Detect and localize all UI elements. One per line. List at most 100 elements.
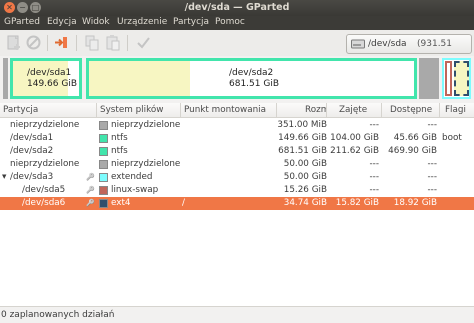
apply-icon	[137, 37, 150, 49]
cell-free: ---	[427, 120, 437, 130]
column-header-used[interactable]: Zajęte	[327, 103, 382, 118]
toolbar-separator	[127, 35, 128, 51]
table-row[interactable]: /dev/sda1 ntfs 149.66 GiB 104.00 GiB 45.66 G…	[0, 132, 474, 145]
menu-device[interactable]: Urządzenie	[117, 17, 167, 27]
column-header-flags[interactable]: Flagi	[440, 103, 474, 118]
resize-move-button[interactable]	[53, 34, 70, 51]
resize-move-icon	[55, 37, 67, 48]
filesystem-color-swatch	[99, 186, 108, 195]
cell-free: ---	[427, 172, 437, 182]
column-header-mountpoint[interactable]: Punkt montowania	[181, 103, 277, 118]
table-row[interactable]: /dev/sda2 ntfs 681.51 GiB 211.62 GiB 469.90 …	[0, 145, 474, 158]
table-row[interactable]: nieprzydzielone nieprzydzielone 351.00 MiB…	[0, 119, 474, 132]
diskmap-sda1-name: /dev/sda1	[27, 68, 72, 78]
cell-filesystem: ext4	[111, 198, 131, 208]
cell-mountpoint: /	[182, 198, 185, 208]
column-header-size[interactable]: Rozmiar	[277, 103, 327, 118]
diskmap-unallocated-2[interactable]	[419, 58, 439, 99]
toolbar-separator	[47, 35, 48, 51]
table-row[interactable]: /dev/sda6 🔑 ext4 / 34.74 GiB 15.82 GiB 18.92 G…	[0, 197, 474, 210]
filesystem-color-swatch	[99, 134, 108, 143]
mounted-key-icon: 🔑	[86, 199, 95, 207]
cell-size: 351.00 MiB	[277, 120, 327, 130]
menu-gparted[interactable]: GParted	[4, 17, 40, 27]
cell-size: 15.26 GiB	[283, 185, 327, 195]
column-header-partition[interactable]: Partycja	[0, 103, 97, 118]
column-header-free[interactable]: Dostępne	[382, 103, 440, 118]
cell-used: 15.82 GiB	[335, 198, 379, 208]
diskmap-sda2-name: /dev/sda2	[229, 68, 274, 78]
expander-arrow-icon	[2, 158, 10, 171]
device-selector[interactable]: /dev/sda (931.51 GiB)	[346, 34, 472, 67]
table-row[interactable]: ▾/dev/sda3 🔑 extended 50.00 GiB --- ---	[0, 171, 474, 184]
menu-edit[interactable]: Edycja	[47, 17, 77, 27]
disk-map: /dev/sda1 149.66 GiB /dev/sda2 681.51 Gi…	[0, 56, 474, 101]
cell-filesystem: nieprzydzielone	[111, 120, 181, 130]
partition-table: Partycja System plików Punkt montowania …	[0, 103, 474, 306]
menu-bar: GParted Edycja Widok Urządzenie Partycja…	[0, 16, 474, 30]
cell-partition: nieprzydzielone	[10, 159, 80, 169]
cell-partition: /dev/sda3	[10, 172, 54, 182]
cell-used: ---	[369, 159, 379, 169]
paste-icon	[106, 35, 120, 51]
expander-arrow-icon	[2, 145, 10, 158]
delete-partition-button[interactable]	[25, 34, 42, 51]
menu-view[interactable]: Widok	[82, 17, 110, 27]
cell-size: 34.74 GiB	[283, 198, 327, 208]
cell-size: 149.66 GiB	[278, 133, 327, 143]
diskmap-sda5[interactable]	[445, 61, 452, 96]
expander-arrow-icon	[2, 119, 10, 132]
copy-button[interactable]	[83, 34, 100, 51]
title-bar: ✕ − □ /dev/sda — GParted	[0, 0, 474, 16]
filesystem-color-swatch	[99, 199, 108, 208]
cell-free: ---	[427, 159, 437, 169]
cell-partition: /dev/sda1	[10, 133, 54, 143]
filesystem-color-swatch	[99, 147, 108, 156]
copy-icon	[85, 35, 99, 51]
menu-partition[interactable]: Partycja	[173, 17, 209, 27]
diskmap-sda2-used	[89, 61, 190, 96]
cell-used: 104.00 GiB	[330, 133, 379, 143]
status-bar: 0 zaplanowanych działań	[0, 306, 474, 323]
cell-free: 18.92 GiB	[393, 198, 437, 208]
cell-free: ---	[427, 185, 437, 195]
cell-partition: /dev/sda2	[10, 146, 54, 156]
paste-button[interactable]	[104, 34, 121, 51]
cell-size: 681.51 GiB	[278, 146, 327, 156]
apply-button[interactable]	[135, 34, 152, 51]
cell-used: ---	[369, 120, 379, 130]
cell-size: 50.00 GiB	[283, 159, 327, 169]
cell-filesystem: linux-swap	[111, 185, 159, 195]
expander-arrow-icon	[2, 184, 10, 197]
diskmap-sda3-extended[interactable]	[442, 58, 471, 99]
diskmap-unallocated-1[interactable]	[3, 58, 8, 99]
filesystem-color-swatch	[99, 160, 108, 169]
cell-flags: boot	[442, 133, 462, 143]
column-header-filesystem[interactable]: System plików	[97, 103, 181, 118]
diskmap-sda6[interactable]	[454, 61, 469, 96]
window-title: /dev/sda — GParted	[184, 2, 290, 13]
delete-icon	[26, 35, 41, 50]
new-partition-button[interactable]	[5, 34, 22, 51]
diskmap-sda1-size: 149.66 GiB	[27, 79, 78, 89]
mounted-key-icon: 🔑	[86, 173, 95, 181]
cell-size: 50.00 GiB	[283, 172, 327, 182]
expander-arrow-icon[interactable]: ▾	[2, 171, 10, 184]
filesystem-color-swatch	[99, 173, 108, 182]
cell-filesystem: ntfs	[111, 133, 128, 143]
toolbar: /dev/sda (931.51 GiB)	[0, 30, 474, 67]
menu-help[interactable]: Pomoc	[215, 17, 245, 27]
cell-partition: /dev/sda5	[22, 185, 66, 195]
table-row[interactable]: nieprzydzielone nieprzydzielone 50.00 GiB -…	[0, 158, 474, 171]
harddisk-icon	[351, 39, 365, 49]
expander-arrow-icon	[2, 197, 10, 210]
cell-filesystem: extended	[111, 172, 153, 182]
table-row[interactable]: /dev/sda5 🔑 linux-swap 15.26 GiB --- ---	[0, 184, 474, 197]
cell-free: 469.90 GiB	[388, 146, 437, 156]
new-partition-icon	[7, 35, 20, 50]
filesystem-color-swatch	[99, 121, 108, 130]
device-name: /dev/sda	[368, 39, 407, 49]
cell-used: 211.62 GiB	[330, 146, 379, 156]
cell-free: 45.66 GiB	[393, 133, 437, 143]
status-text: 0 zaplanowanych działań	[1, 310, 115, 320]
